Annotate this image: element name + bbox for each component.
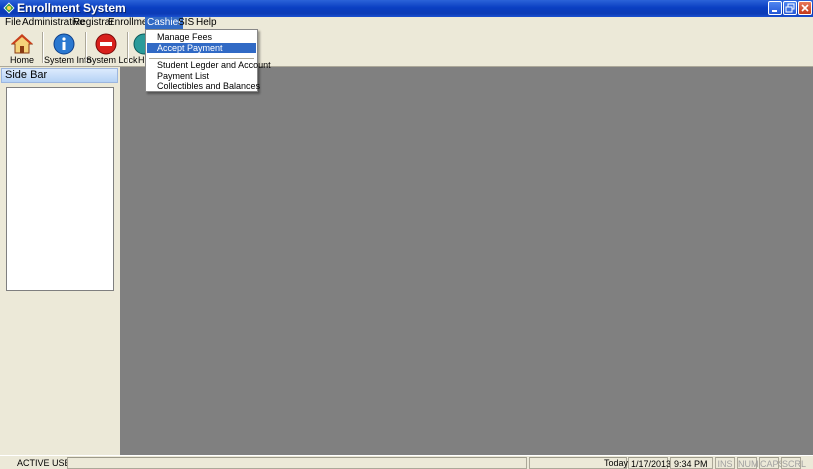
app-logo-icon [3,2,15,14]
system-lock-button[interactable]: System Lock [86,31,138,65]
date-display: 1/17/2013 [628,457,671,469]
info-icon [53,33,75,55]
sidebar-panel[interactable] [6,87,114,291]
system-info-button[interactable]: System Info [44,31,92,65]
home-icon [11,34,33,54]
menu-item-accept-payment[interactable]: Accept Payment [147,43,256,53]
window-title: Enrollment System [17,1,126,15]
num-indicator: NUM [737,457,759,469]
active-user-value [67,457,527,469]
restore-icon [785,3,795,13]
sidebar-title: Side Bar [1,68,118,83]
cashier-dropdown-menu: Manage Fees Accept Payment Student Legde… [145,29,271,92]
minimize-icon [772,10,777,12]
maximize-button[interactable] [783,1,797,15]
menu-item-student-ledger[interactable]: Student Legder and Account [147,60,271,70]
minimize-button[interactable] [768,1,782,15]
main-workspace[interactable] [120,67,813,455]
caps-indicator: CAPS [759,457,785,469]
menu-bar: File Administrative Registrar Enrollment… [0,17,813,29]
toolbar: Home System Info System Lock H [0,29,813,67]
menu-item-collectibles-balances[interactable]: Collectibles and Balances [147,81,260,91]
menu-item-manage-fees[interactable]: Manage Fees [147,32,256,42]
home-label: Home [9,55,34,65]
help-label: H [138,55,145,65]
menu-item-payment-list[interactable]: Payment List [147,71,256,81]
today-label: Today: [604,458,631,468]
menu-separator [149,58,254,59]
time-display: 9:34 PM [670,457,713,469]
sidebar: Side Bar [0,67,118,455]
scrl-indicator: SCRL [781,457,807,469]
system-lock-label: System Lock [86,55,138,65]
home-button[interactable]: Home [3,31,41,65]
close-button[interactable] [798,1,812,15]
menu-help[interactable]: Help [194,17,219,29]
title-bar[interactable]: Enrollment System [0,0,813,17]
app-window: Enrollment System File Administrative Re… [0,0,813,469]
status-bar: ACTIVE USER: Today: 1/17/2013 9:34 PM IN… [0,455,813,469]
close-icon [801,4,809,12]
system-info-label: System Info [44,55,92,65]
stop-icon [95,33,117,55]
ins-indicator: INS [715,457,735,469]
